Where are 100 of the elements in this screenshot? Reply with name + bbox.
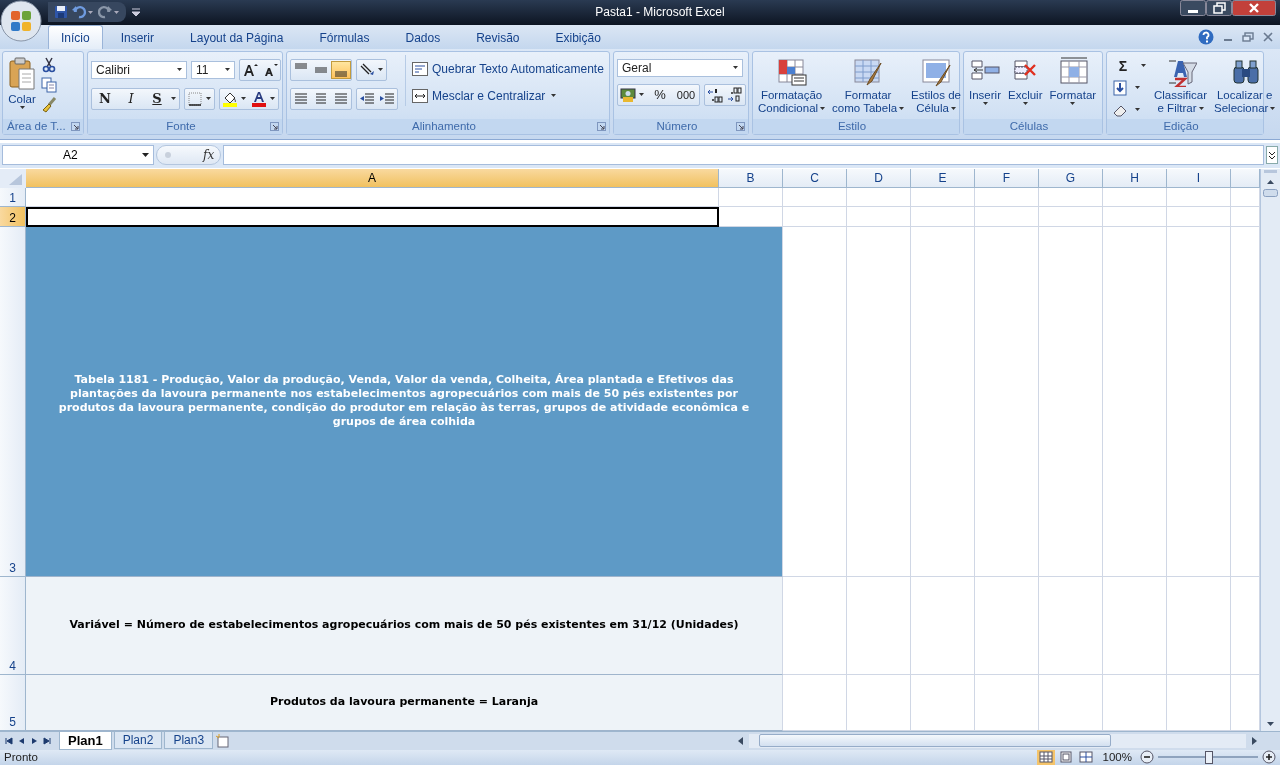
zoom-in-icon[interactable]: [1262, 750, 1276, 765]
merged-cell[interactable]: Variável = Número de estabelecimentos agropecuários com mais de 50 pés existentes em 31/12 (Unidades): [26, 576, 783, 675]
bold-button[interactable]: N: [92, 89, 118, 108]
ribbon-button[interactable]: Formatação Condicional: [756, 54, 828, 117]
ribbon-tab[interactable]: Revisão: [458, 24, 538, 49]
row-header[interactable]: 2: [0, 206, 26, 227]
minimize-icon[interactable]: [1180, 0, 1206, 16]
ribbon-button[interactable]: Localizar e Selecionar: [1212, 54, 1278, 117]
column-header[interactable]: A: [26, 168, 719, 188]
ribbon-button[interactable]: Inserir: [967, 54, 1003, 107]
number-format-dropdown[interactable]: Geral: [617, 58, 743, 77]
table-cell[interactable]: [1167, 226, 1231, 577]
table-cell[interactable]: [783, 187, 847, 207]
close-icon[interactable]: [1262, 30, 1274, 43]
zoom-level[interactable]: 100%: [1098, 751, 1136, 764]
formula-input[interactable]: [223, 145, 1264, 166]
scissors-icon[interactable]: [41, 56, 57, 73]
ribbon-button[interactable]: Classificar e Filtrar: [1152, 54, 1210, 117]
column-header[interactable]: G: [1039, 168, 1103, 188]
table-cell[interactable]: [911, 576, 975, 675]
table-cell[interactable]: [719, 187, 783, 207]
table-cell[interactable]: [1039, 187, 1103, 207]
table-cell[interactable]: [975, 187, 1039, 207]
table-cell[interactable]: [783, 674, 847, 731]
table-cell[interactable]: [847, 226, 911, 577]
ribbon-tab[interactable]: Fórmulas: [301, 24, 388, 49]
dialog-launcher-icon[interactable]: [71, 121, 80, 131]
ribbon-button[interactable]: Estilos de Célula: [909, 54, 963, 117]
wrap-text-button[interactable]: Quebrar Texto Automaticamente: [412, 58, 604, 79]
column-header[interactable]: B: [719, 168, 783, 188]
table-cell[interactable]: [26, 187, 719, 207]
row-header[interactable]: 3: [0, 226, 26, 577]
table-cell[interactable]: [911, 226, 975, 577]
ribbon-tab[interactable]: Layout da Página: [172, 24, 302, 49]
expand-icon[interactable]: [1266, 146, 1278, 165]
caret-icon[interactable]: [378, 68, 383, 72]
caret-icon[interactable]: [1135, 86, 1140, 90]
ribbon-tab[interactable]: Dados: [387, 24, 459, 49]
ribbon-button[interactable]: Formatar como Tabela: [830, 54, 907, 117]
merge-center-button[interactable]: Mesclar e Centralizar: [412, 85, 604, 106]
underline-button[interactable]: S: [144, 89, 170, 108]
scroll-thumb-icon[interactable]: [1263, 188, 1278, 197]
sheet-tab[interactable]: Plan2: [113, 732, 163, 750]
table-cell[interactable]: [1039, 674, 1103, 731]
dialog-launcher-icon[interactable]: [597, 121, 606, 131]
help-icon[interactable]: [1198, 28, 1214, 45]
autosum-button[interactable]: Σ: [1110, 56, 1136, 75]
align-bottom-icon[interactable]: [331, 60, 351, 79]
sheet-tab[interactable]: Plan1: [59, 731, 112, 750]
caret-icon[interactable]: [1141, 64, 1146, 68]
table-cell[interactable]: [847, 206, 911, 227]
table-cell[interactable]: [719, 206, 783, 227]
table-cell[interactable]: [1167, 674, 1231, 731]
paintbrush-icon[interactable]: [41, 96, 57, 113]
percent-button[interactable]: %: [647, 85, 673, 104]
table-cell[interactable]: [1167, 187, 1231, 207]
sheet-tab[interactable]: Plan3: [164, 732, 214, 750]
table-cell[interactable]: [847, 187, 911, 207]
table-cell[interactable]: [783, 576, 847, 675]
table-cell[interactable]: [847, 576, 911, 675]
table-cell[interactable]: [783, 226, 847, 577]
table-cell[interactable]: [1039, 226, 1103, 577]
restore-icon[interactable]: [1206, 0, 1232, 16]
previous-sheet-icon[interactable]: [17, 736, 27, 745]
currency-icon[interactable]: [618, 85, 638, 104]
font-color-icon[interactable]: [249, 89, 269, 108]
italic-button[interactable]: I: [118, 89, 144, 108]
redo-icon[interactable]: [98, 5, 120, 20]
table-cell[interactable]: [1039, 206, 1103, 227]
caret-icon[interactable]: [639, 93, 644, 97]
caret-icon[interactable]: [225, 68, 230, 72]
table-cell[interactable]: [1103, 576, 1167, 675]
table-cell[interactable]: [975, 206, 1039, 227]
caret-icon[interactable]: [206, 97, 211, 101]
zoom-out-icon[interactable]: [1140, 750, 1154, 765]
table-cell[interactable]: [975, 226, 1039, 577]
active-cell[interactable]: [26, 206, 719, 227]
thousands-button[interactable]: 000: [673, 85, 699, 104]
table-cell[interactable]: [1167, 576, 1231, 675]
font-dropdown[interactable]: Calibri: [91, 60, 187, 79]
caret-icon[interactable]: [241, 97, 246, 101]
ribbon-button[interactable]: Excluir: [1006, 54, 1045, 107]
table-cell[interactable]: [1103, 674, 1167, 731]
caret-icon[interactable]: [177, 68, 182, 72]
table-cell[interactable]: [911, 674, 975, 731]
dialog-launcher-icon[interactable]: [736, 121, 745, 131]
table-cell[interactable]: [911, 187, 975, 207]
dialog-launcher-icon[interactable]: [270, 121, 279, 131]
table-cell[interactable]: [911, 206, 975, 227]
column-header[interactable]: H: [1103, 168, 1167, 188]
fill-down-icon[interactable]: [1110, 78, 1130, 97]
column-header[interactable]: I: [1167, 168, 1231, 188]
row-header[interactable]: 4: [0, 576, 26, 675]
table-cell[interactable]: [1039, 576, 1103, 675]
decrease-decimal-icon[interactable]: [725, 85, 745, 104]
table-cell[interactable]: [1103, 206, 1167, 227]
row-header[interactable]: 5: [0, 674, 26, 731]
caret-icon[interactable]: [171, 97, 176, 101]
size-dropdown[interactable]: 11: [191, 60, 235, 79]
paste-button[interactable]: Colar: [6, 54, 38, 111]
